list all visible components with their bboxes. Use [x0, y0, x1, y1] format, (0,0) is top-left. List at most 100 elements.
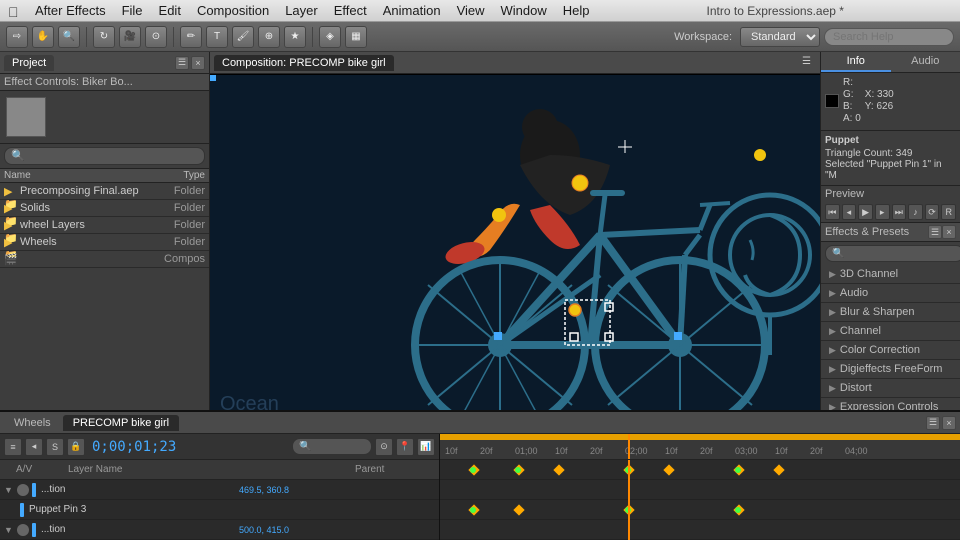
info-tab[interactable]: Info	[821, 52, 891, 72]
menu-composition[interactable]: Composition	[190, 1, 276, 20]
toolbar-rotate-btn[interactable]: ↻	[93, 26, 115, 48]
effect-color-correction[interactable]: ▶ Color Correction	[821, 341, 960, 360]
menu-file[interactable]: File	[115, 1, 150, 20]
file-row-solids[interactable]: ▶ 📁 Solids Folder	[0, 200, 209, 217]
search-input[interactable]	[824, 28, 954, 46]
playhead-track-line	[628, 460, 630, 540]
effect-arrow-3d: ▶	[829, 269, 836, 280]
toolbar-puppet-btn[interactable]: ★	[284, 26, 306, 48]
effects-close-btn[interactable]: ×	[942, 225, 956, 239]
preview-fwd-btn[interactable]: ▸	[875, 204, 890, 220]
workspace-dropdown[interactable]: Standard	[740, 27, 820, 47]
project-tab[interactable]: Project	[4, 55, 54, 71]
file-row-wheels[interactable]: ▶ 📁 Wheels Folder	[0, 234, 209, 251]
puppet-info: Puppet Triangle Count: 349 Selected "Pup…	[821, 131, 960, 186]
toolbar-clone-btn[interactable]: ⊕	[258, 26, 280, 48]
layer-row-2[interactable]: ▼ ...tion 500.0, 415.0	[0, 520, 439, 540]
timeline-search-input[interactable]	[292, 438, 372, 455]
layer-row-1[interactable]: ▼ ...tion 469.5, 360.8	[0, 480, 439, 500]
panel-menu-btn[interactable]: ☰	[175, 56, 189, 70]
effect-blur-sharpen[interactable]: ▶ Blur & Sharpen	[821, 303, 960, 322]
toolbar-extra2-btn[interactable]: ▦	[345, 26, 367, 48]
toolbar-pen-btn[interactable]: ✏	[180, 26, 202, 48]
effect-distort[interactable]: ▶ Distort	[821, 379, 960, 398]
timeline-close-btn[interactable]: ×	[942, 416, 956, 430]
apple-icon[interactable]: 	[8, 4, 22, 18]
toolbar-camera-btn[interactable]: 🎥	[119, 26, 141, 48]
toolbar-text-btn[interactable]: T	[206, 26, 228, 48]
playhead[interactable]	[628, 434, 630, 460]
keyframe-1e[interactable]	[663, 464, 674, 475]
file-row-comp[interactable]: 🎬 Compos	[0, 251, 209, 268]
effect-arrow-blur: ▶	[829, 307, 836, 318]
tab-wheels[interactable]: Wheels	[4, 415, 61, 431]
tl-btn-1[interactable]: ≡	[4, 438, 22, 456]
effect-controls-tab[interactable]: Effect Controls: Biker Bo...	[0, 74, 209, 91]
tl-btn-lock[interactable]: 🔒	[67, 438, 85, 456]
folder-icon-precomposing: ▶ 📁	[4, 185, 16, 197]
menu-edit[interactable]: Edit	[152, 1, 188, 20]
eye-2[interactable]	[17, 524, 29, 536]
keyframe-2b[interactable]	[513, 504, 524, 515]
keyframe-1c[interactable]	[553, 464, 564, 475]
project-search-input[interactable]	[4, 147, 205, 165]
preview-ram-btn[interactable]: R	[941, 204, 956, 220]
tl-btn-graph[interactable]: 📊	[417, 438, 435, 456]
eye-1[interactable]	[17, 484, 29, 496]
tl-btn-motion[interactable]: 📍	[396, 438, 414, 456]
preview-audio-btn[interactable]: ♪	[908, 204, 923, 220]
layer-value-2: 500.0, 415.0	[239, 525, 435, 535]
toolbar-orbit-btn[interactable]: ⊙	[145, 26, 167, 48]
preview-first-btn[interactable]: ⏮	[825, 204, 840, 220]
preview-back-btn[interactable]: ◂	[842, 204, 857, 220]
file-row-precomposing[interactable]: ▶ 📁 Precomposing Final.aep Folder	[0, 183, 209, 200]
menu-window[interactable]: Window	[494, 1, 554, 20]
audio-tab[interactable]: Audio	[891, 52, 960, 72]
tl-btn-2[interactable]: ◂	[25, 438, 43, 456]
effects-menu-btn[interactable]: ☰	[928, 225, 942, 239]
effect-channel[interactable]: ▶ Channel	[821, 322, 960, 341]
effect-digieffects[interactable]: ▶ Digieffects FreeForm	[821, 360, 960, 379]
menu-help[interactable]: Help	[556, 1, 597, 20]
ruler-label-8: 03;00	[735, 446, 758, 456]
tl-btn-puppet[interactable]: ⊙	[375, 438, 393, 456]
comp-viewport[interactable]: Ocean	[210, 74, 820, 416]
menu-effect[interactable]: Effect	[327, 1, 374, 20]
switches-header: A/V	[16, 464, 66, 475]
comp-header: Composition: PRECOMP bike girl ☰	[210, 52, 820, 74]
file-name-wheels: Wheels	[20, 236, 145, 248]
timeline-menu-btn[interactable]: ☰	[926, 416, 940, 430]
menu-after-effects[interactable]: After Effects	[28, 1, 113, 20]
workspace-label: Workspace:	[674, 31, 732, 43]
tl-btn-solo[interactable]: S	[46, 438, 64, 456]
comp-tab[interactable]: Composition: PRECOMP bike girl	[214, 55, 394, 71]
layer-row-puppet3[interactable]: Puppet Pin 3	[0, 500, 439, 520]
toolbar-select-btn[interactable]: ⇨	[6, 26, 28, 48]
panel-close-btn[interactable]: ×	[191, 56, 205, 70]
ruler-label-2: 01;00	[515, 446, 538, 456]
toolbar-brush-btn[interactable]: 🖌	[232, 26, 254, 48]
tab-precomp-bike[interactable]: PRECOMP bike girl	[63, 415, 179, 431]
menu-animation[interactable]: Animation	[376, 1, 448, 20]
toolbar-extra-btn[interactable]: ◈	[319, 26, 341, 48]
preview-loop-btn[interactable]: ⟳	[925, 204, 940, 220]
expand-1[interactable]: ▼	[4, 485, 14, 495]
preview-play-btn[interactable]: ▶	[858, 204, 873, 220]
layer-name-2: ...tion	[41, 524, 237, 535]
menu-view[interactable]: View	[450, 1, 492, 20]
effect-3d-channel[interactable]: ▶ 3D Channel	[821, 265, 960, 284]
project-thumbnail	[6, 97, 46, 137]
menu-layer[interactable]: Layer	[278, 1, 325, 20]
effects-search-input[interactable]	[825, 245, 960, 262]
expand-2[interactable]: ▼	[4, 525, 14, 535]
preview-last-btn[interactable]: ⏭	[892, 204, 907, 220]
file-row-wheellayers[interactable]: ▶ 📁 wheel Layers Folder	[0, 217, 209, 234]
g-value: G:	[843, 89, 861, 100]
keyframe-1g[interactable]	[773, 464, 784, 475]
toolbar-hand-btn[interactable]: ✋	[32, 26, 54, 48]
comp-menu-btn[interactable]: ☰	[802, 56, 816, 70]
toolbar-zoom-btn[interactable]: 🔍	[58, 26, 80, 48]
puppet-title: Puppet	[825, 135, 956, 146]
timeline-panel-controls: ☰ ×	[926, 416, 956, 430]
effect-audio[interactable]: ▶ Audio	[821, 284, 960, 303]
